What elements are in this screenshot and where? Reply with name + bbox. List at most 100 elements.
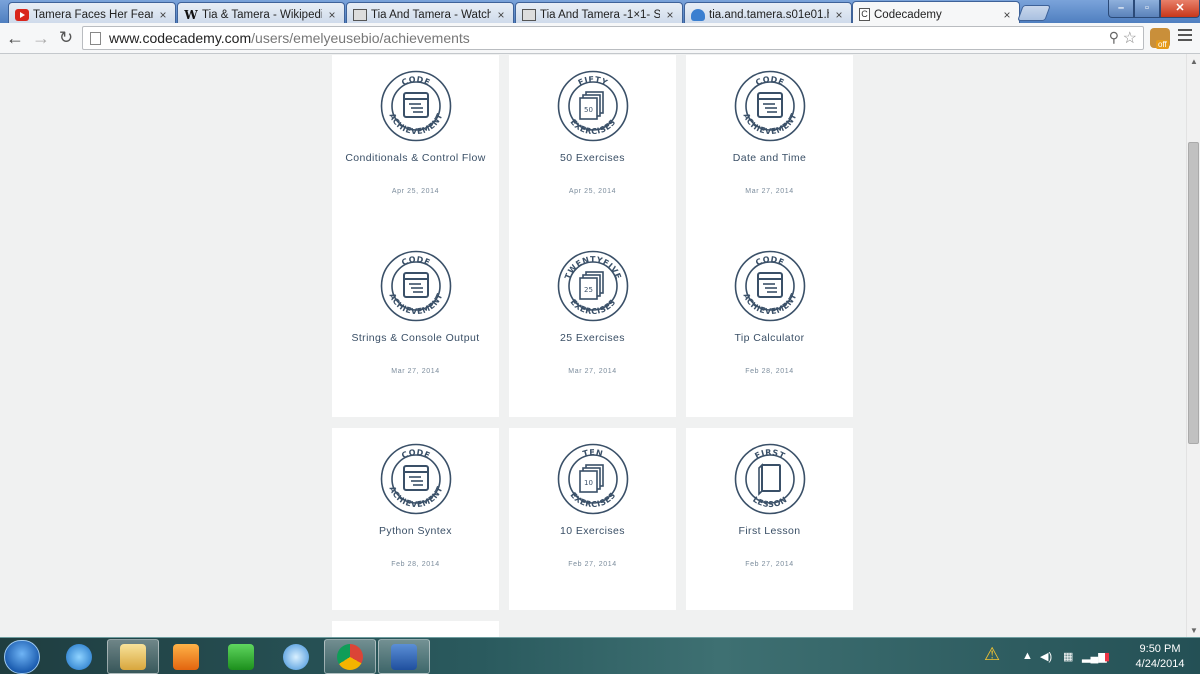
- achievement-card[interactable]: FIRST LESSON First Lesson Feb 27, 2014: [686, 428, 853, 610]
- close-icon[interactable]: ×: [1001, 8, 1013, 22]
- extension-badge: off: [1156, 40, 1169, 49]
- page-icon: [90, 31, 101, 45]
- achievement-date: Feb 27, 2014: [745, 561, 794, 568]
- svg-text:ACHIEVEMENT: ACHIEVEMENT: [741, 292, 798, 316]
- achievement-card[interactable]: CODE ACHIEVEMENT Strings & Console Outpu…: [332, 235, 499, 417]
- start-button[interactable]: [4, 640, 40, 674]
- word-icon[interactable]: [378, 639, 430, 674]
- achievement-title: Conditionals & Control Flow: [345, 152, 486, 164]
- close-icon[interactable]: ×: [326, 8, 338, 22]
- close-icon[interactable]: ×: [495, 8, 507, 22]
- tab-2[interactable]: W Tia & Tamera - Wikipedia, ×: [177, 2, 345, 23]
- achievement-card-partial[interactable]: [332, 621, 499, 637]
- svg-text:TEN: TEN: [582, 448, 604, 459]
- tab-title: Tamera Faces Her Fear of: [33, 8, 153, 21]
- close-icon[interactable]: ×: [664, 8, 676, 22]
- clock-date[interactable]: 4/24/2014: [1130, 658, 1190, 670]
- achievement-title: First Lesson: [738, 525, 801, 537]
- reload-icon[interactable]: ↻: [55, 28, 77, 48]
- achievement-date: Apr 25, 2014: [568, 188, 617, 195]
- power-icon[interactable]: ▮: [1104, 650, 1110, 663]
- cloud-icon: [691, 8, 705, 21]
- close-icon[interactable]: ×: [157, 8, 169, 22]
- network-icon[interactable]: ▦: [1063, 650, 1073, 663]
- svg-text:EXERCISES: EXERCISES: [568, 491, 617, 510]
- achievement-title: 25 Exercises: [560, 332, 625, 344]
- menu-icon[interactable]: [1178, 29, 1192, 44]
- achievement-card[interactable]: CODE ACHIEVEMENT Python Syntex Feb 28, 20…: [332, 428, 499, 610]
- forward-arrow-icon[interactable]: →: [30, 28, 52, 48]
- svg-text:EXERCISES: EXERCISES: [568, 118, 617, 137]
- achievement-card[interactable]: CODE ACHIEVEMENT Date and Time Mar 27, 20…: [686, 55, 853, 237]
- svg-text:CODE: CODE: [400, 255, 432, 268]
- scroll-down-arrow-icon[interactable]: ▼: [1190, 626, 1198, 635]
- achievement-title: 10 Exercises: [560, 525, 625, 537]
- address-bar[interactable]: www.codecademy.com/users/emelyeusebio/ac…: [82, 26, 1144, 50]
- achievement-card[interactable]: CODE ACHIEVEMENT Conditionals & Control …: [332, 55, 499, 237]
- new-tab-button[interactable]: [1017, 5, 1051, 21]
- tab-title: Tia And Tamera -1×1- Sist: [540, 8, 660, 21]
- achievement-date: Apr 25, 2014: [391, 188, 440, 195]
- back-arrow-icon[interactable]: ←: [4, 28, 26, 48]
- system-tray: ⚠ ▲ ◀) ▦ ▂▄▆ ▮ 9:50 PM 4/24/2014: [980, 638, 1200, 674]
- url-path: /users/emelyeusebio/achievements: [251, 30, 470, 46]
- search-icon[interactable]: ⚲: [1109, 29, 1119, 46]
- svg-text:CODE: CODE: [754, 255, 786, 268]
- codecademy-icon: C: [859, 8, 870, 21]
- show-hidden-icons-icon[interactable]: ▲: [1022, 650, 1033, 662]
- svg-text:EXERCISES: EXERCISES: [568, 298, 617, 317]
- achievements-page: CODE ACHIEVEMENT Conditionals & Control …: [0, 54, 1186, 637]
- taskbar: ⚠ ▲ ◀) ▦ ▂▄▆ ▮ 9:50 PM 4/24/2014: [0, 637, 1200, 674]
- svg-text:ACHIEVEMENT: ACHIEVEMENT: [387, 292, 444, 316]
- tv-icon: [353, 8, 367, 21]
- tab-4[interactable]: Tia And Tamera -1×1- Sist ×: [515, 2, 683, 23]
- tab-6[interactable]: C Codecademy ×: [852, 1, 1020, 24]
- browser-toolbar: ← → ↻ www.codecademy.com/users/emelyeuse…: [0, 23, 1200, 54]
- code-achievement-badge-icon: CODE ACHIEVEMENT: [734, 250, 806, 322]
- achievement-title: 50 Exercises: [560, 152, 625, 164]
- exercises-badge-icon: FIFTY EXERCISES 50: [557, 70, 629, 142]
- achievement-date: Feb 27, 2014: [568, 561, 617, 568]
- wikipedia-icon: W: [184, 7, 198, 22]
- achievement-title: Python Syntex: [379, 525, 452, 537]
- achievement-card[interactable]: TWENTYFIVE EXERCISES 25 25 Exercises Mar 2…: [509, 235, 676, 417]
- tab-1[interactable]: Tamera Faces Her Fear of ×: [8, 2, 176, 23]
- internet-explorer-icon[interactable]: [53, 639, 105, 674]
- code-achievement-badge-icon: CODE ACHIEVEMENT: [734, 70, 806, 142]
- svg-text:CODE: CODE: [754, 75, 786, 88]
- wifi-app-icon[interactable]: [270, 639, 322, 674]
- svg-text:25: 25: [584, 286, 593, 294]
- achievement-card[interactable]: TEN EXERCISES 10 10 Exercises Feb 27, 2014: [509, 428, 676, 610]
- tab-5[interactable]: tia.and.tamera.s01e01.hdt ×: [684, 2, 852, 23]
- achievement-card[interactable]: CODE ACHIEVEMENT Tip Calculator Feb 28, 2…: [686, 235, 853, 417]
- code-achievement-badge-icon: CODE ACHIEVEMENT: [380, 443, 452, 515]
- signal-icon[interactable]: ▂▄▆: [1082, 650, 1107, 663]
- achievement-date: Mar 27, 2014: [568, 368, 617, 375]
- svg-text:CODE: CODE: [400, 448, 432, 461]
- scroll-thumb[interactable]: [1188, 142, 1199, 444]
- svg-text:FIRST: FIRST: [753, 448, 786, 461]
- maximize-button[interactable]: ▫: [1134, 0, 1160, 18]
- chrome-icon[interactable]: [324, 639, 376, 674]
- file-explorer-icon[interactable]: [107, 639, 159, 674]
- achievement-title: Tip Calculator: [734, 332, 805, 344]
- achievement-date: Feb 28, 2014: [745, 368, 794, 375]
- achievement-title: Strings & Console Output: [351, 332, 480, 344]
- media-player-icon[interactable]: [160, 639, 212, 674]
- close-window-button[interactable]: ✕: [1160, 0, 1200, 18]
- volume-icon[interactable]: ◀): [1040, 650, 1052, 663]
- star-icon[interactable]: ☆: [1123, 28, 1137, 48]
- minimize-button[interactable]: –: [1108, 0, 1134, 18]
- tab-3[interactable]: Tia And Tamera - Watch S ×: [346, 2, 514, 23]
- tab-title: Tia & Tamera - Wikipedia,: [202, 8, 322, 21]
- action-center-warning-icon[interactable]: ⚠: [984, 644, 1000, 665]
- clock-time[interactable]: 9:50 PM: [1130, 643, 1190, 655]
- scrollbar[interactable]: ▲ ▼: [1186, 54, 1200, 637]
- close-icon[interactable]: ×: [833, 8, 845, 22]
- svg-text:FIFTY: FIFTY: [577, 75, 610, 88]
- achievement-card[interactable]: FIFTY EXERCISES 50 50 Exercises Apr 25, 20…: [509, 55, 676, 237]
- tab-title: tia.and.tamera.s01e01.hdt: [709, 8, 829, 21]
- tab-strip: Tamera Faces Her Fear of × W Tia & Tamer…: [0, 0, 1200, 24]
- scroll-up-arrow-icon[interactable]: ▲: [1190, 57, 1198, 66]
- stock-app-icon[interactable]: [215, 639, 267, 674]
